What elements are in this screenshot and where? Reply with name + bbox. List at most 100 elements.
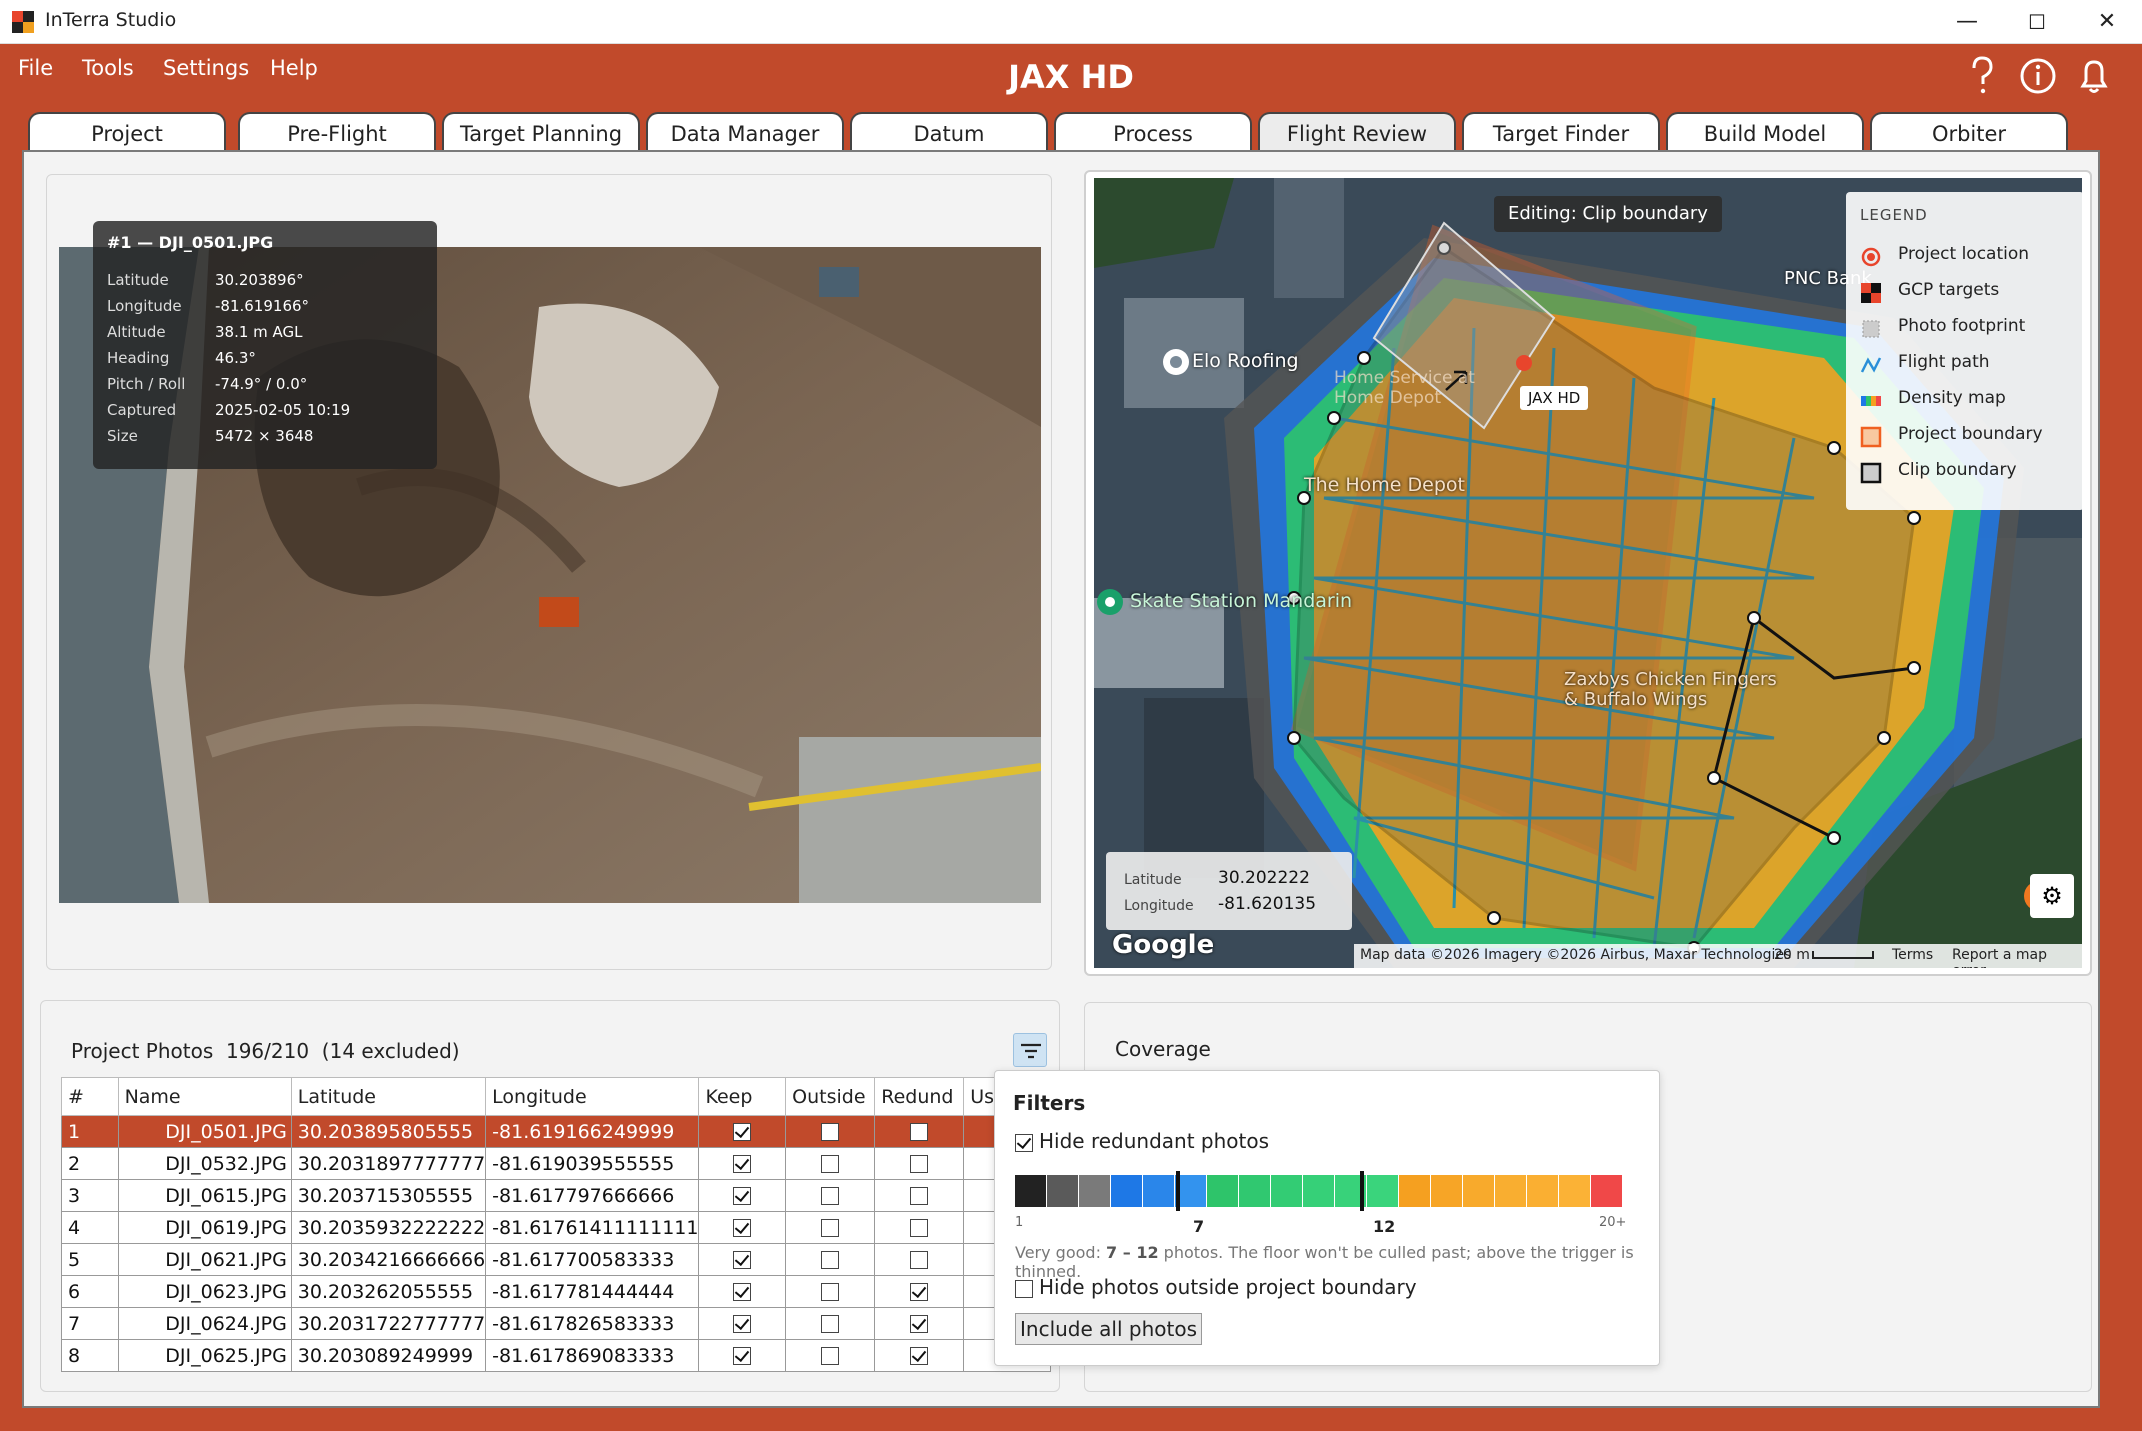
photo-info-overlay: #1 — DJI_0501.JPG Latitude 30.203896° Lon… (93, 221, 437, 469)
cell-redund (874, 1147, 965, 1180)
maximize-button[interactable]: ☐ (2002, 0, 2072, 44)
info-label: Size (107, 427, 138, 445)
legend-project-location[interactable]: Project location (1860, 242, 2080, 272)
include-all-photos-button[interactable]: Include all photos (1015, 1313, 1202, 1345)
hide-redundant-option[interactable]: Hide redundant photos (1015, 1129, 1269, 1153)
keep-checkbox[interactable] (733, 1187, 752, 1205)
tab-target-finder[interactable]: Target Finder (1462, 112, 1660, 150)
cell-keep (698, 1211, 787, 1244)
info-value: 5472 × 3648 (215, 427, 314, 445)
keep-checkbox[interactable] (733, 1315, 752, 1333)
hide-outside-option[interactable]: Hide photos outside project boundary (1015, 1275, 1417, 1299)
photos-title: Project Photos (71, 1039, 214, 1063)
redund-checkbox[interactable] (910, 1219, 929, 1237)
density-floor-handle[interactable] (1176, 1171, 1180, 1211)
redund-checkbox[interactable] (910, 1155, 929, 1173)
col-redund[interactable]: Redund (874, 1077, 965, 1116)
cell-index: 2 (61, 1147, 119, 1180)
hide-outside-checkbox[interactable] (1015, 1279, 1033, 1298)
cell-index: 8 (61, 1339, 119, 1372)
legend-flight-path[interactable]: Flight path (1860, 350, 2080, 380)
tab-data-manager[interactable]: Data Manager (646, 112, 844, 150)
redund-checkbox[interactable] (910, 1283, 929, 1301)
tab-project-information[interactable]: Project Information (28, 112, 226, 186)
cell-redund (874, 1115, 965, 1148)
table-row[interactable]: 2 DJI_0532.JPG 30.2031897777777 -81.6190395… (61, 1147, 1051, 1180)
table-row[interactable]: 3 DJI_0615.JPG 30.203715305555 -81.61779766… (61, 1179, 1051, 1212)
outside-checkbox[interactable] (821, 1187, 840, 1205)
legend-gcp-targets[interactable]: GCP targets (1860, 278, 2080, 308)
redund-checkbox[interactable] (910, 1123, 929, 1141)
table-row[interactable]: 7 DJI_0624.JPG 30.2031722777777 -81.6178265… (61, 1307, 1051, 1340)
table-row[interactable]: 8 DJI_0625.JPG 30.203089249999 -81.61786908… (61, 1339, 1051, 1372)
keep-checkbox[interactable] (733, 1155, 752, 1173)
tab-pre-flight[interactable]: Pre-Flight (238, 112, 436, 150)
table-row[interactable]: 1 DJI_0501.JPG 30.203895805555 -81.61916624… (61, 1115, 1051, 1148)
cell-outside (785, 1339, 876, 1372)
legend-clip-boundary[interactable]: Clip boundary (1860, 458, 2080, 488)
filter-button[interactable] (1013, 1033, 1047, 1067)
cell-index: 3 (61, 1179, 119, 1212)
outside-checkbox[interactable] (821, 1315, 840, 1333)
info-icon[interactable] (2018, 54, 2058, 98)
col-keep[interactable]: Keep (698, 1077, 787, 1116)
keep-checkbox[interactable] (733, 1219, 752, 1237)
density-scale-bar[interactable] (1015, 1175, 1623, 1207)
tab-orbiter[interactable]: Orbiter (1870, 112, 2068, 150)
table-row[interactable]: 6 DJI_0623.JPG 30.203262055555 -81.61778144… (61, 1275, 1051, 1308)
tick-min: 1 (1015, 1215, 1024, 1230)
col-latitude[interactable]: Latitude (290, 1077, 487, 1116)
legend-photo-footprint[interactable]: Photo footprint (1860, 314, 2080, 344)
keep-checkbox[interactable] (733, 1347, 752, 1365)
tab-build-model[interactable]: Build Model (1666, 112, 1864, 150)
tab-target-planning[interactable]: Target Planning (442, 112, 640, 150)
close-button[interactable]: ✕ (2072, 0, 2142, 44)
cell-latitude: 30.203262055555 (290, 1275, 487, 1308)
hide-redundant-checkbox[interactable] (1015, 1133, 1033, 1152)
map-report-error-link[interactable]: Report a map error (1952, 947, 2082, 968)
outside-checkbox[interactable] (821, 1123, 840, 1141)
tab-process[interactable]: Process (1054, 112, 1252, 150)
tick-high: 12 (1373, 1217, 1396, 1236)
redund-checkbox[interactable] (910, 1315, 929, 1333)
place-label: Home Service at Home Depot (1334, 368, 1475, 408)
legend-label: Project boundary (1898, 424, 2043, 444)
tab-flight-review[interactable]: Flight Review (1258, 112, 1456, 150)
legend-label: Density map (1898, 388, 2006, 408)
tab-datum[interactable]: Datum (850, 112, 1048, 150)
table-row[interactable]: 4 DJI_0619.JPG 30.2035932222222 -81.6176141… (61, 1211, 1051, 1244)
tick-low: 7 (1193, 1217, 1205, 1236)
flight-map[interactable]: Elo Roofing The Home Depot Skate Station… (1094, 178, 2082, 968)
outside-checkbox[interactable] (821, 1219, 840, 1237)
notifications-bell-icon[interactable] (2074, 54, 2114, 98)
outside-checkbox[interactable] (821, 1251, 840, 1269)
outside-checkbox[interactable] (821, 1347, 840, 1365)
redund-checkbox[interactable] (910, 1251, 929, 1269)
cell-outside (785, 1307, 876, 1340)
legend-project-boundary[interactable]: Project boundary (1860, 422, 2080, 452)
col-name[interactable]: Name (117, 1077, 292, 1116)
table-row[interactable]: 5 DJI_0621.JPG 30.2034216666666 -81.6177005… (61, 1243, 1051, 1276)
redund-checkbox[interactable] (910, 1187, 929, 1205)
keep-checkbox[interactable] (733, 1251, 752, 1269)
keep-checkbox[interactable] (733, 1123, 752, 1141)
col-outside[interactable]: Outside (785, 1077, 876, 1116)
redund-checkbox[interactable] (910, 1347, 929, 1365)
cell-outside (785, 1243, 876, 1276)
density-trigger-handle[interactable] (1360, 1171, 1364, 1211)
minimize-button[interactable]: — (1932, 0, 2002, 44)
keep-checkbox[interactable] (733, 1283, 752, 1301)
outside-checkbox[interactable] (821, 1283, 840, 1301)
help-icon[interactable] (1962, 54, 2002, 98)
cell-latitude: 30.2034216666666 (290, 1243, 487, 1276)
col-index[interactable]: # (61, 1077, 119, 1116)
cell-latitude: 30.203089249999 (290, 1339, 487, 1372)
cell-keep (698, 1147, 787, 1180)
map-terms-link[interactable]: Terms (1892, 947, 1933, 963)
outside-checkbox[interactable] (821, 1155, 840, 1173)
cell-outside (785, 1211, 876, 1244)
cell-latitude: 30.2031897777777 (290, 1147, 487, 1180)
legend-density-map[interactable]: Density map (1860, 386, 2080, 416)
map-settings-gear-icon[interactable]: ⚙ (2030, 874, 2074, 918)
col-longitude[interactable]: Longitude (485, 1077, 700, 1116)
